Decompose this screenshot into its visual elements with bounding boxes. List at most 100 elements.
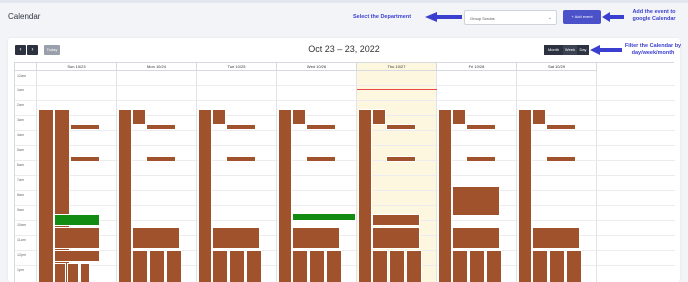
time-label: 12am	[17, 74, 26, 78]
calendar-event[interactable]	[532, 227, 580, 249]
calendar-event[interactable]	[466, 156, 496, 162]
calendar-event[interactable]	[212, 250, 228, 282]
calendar-event[interactable]	[486, 250, 502, 282]
calendar-event[interactable]	[70, 124, 100, 130]
calendar-event[interactable]	[532, 109, 546, 125]
calendar-event[interactable]	[146, 156, 176, 162]
time-label: 1pm	[17, 268, 24, 272]
arrow-left-icon	[590, 45, 622, 55]
calendar-event[interactable]	[372, 214, 420, 226]
calendar-event[interactable]	[54, 263, 66, 282]
department-select[interactable]: Group Scrubs ⌄	[464, 10, 557, 25]
calendar-event[interactable]	[118, 109, 132, 282]
time-label: 2am	[17, 103, 24, 107]
calendar-event[interactable]	[386, 124, 416, 130]
day-header: Mon 10/24	[117, 63, 197, 71]
calendar-event[interactable]	[226, 156, 256, 162]
day-header-today: Thu 10/27	[357, 63, 437, 71]
calendar-event[interactable]	[438, 109, 452, 282]
view-month-button[interactable]: Month	[544, 45, 563, 55]
hour-line	[15, 145, 675, 146]
calendar-event[interactable]	[229, 250, 245, 282]
view-day-button[interactable]: Day	[577, 45, 589, 55]
top-border	[0, 0, 688, 3]
calendar-event[interactable]	[406, 250, 422, 282]
calendar-event[interactable]	[292, 250, 308, 282]
week-grid: Sun 10/23 Mon 10/24 Tue 10/25 Wed 10/26 …	[14, 62, 675, 282]
time-label: 11am	[17, 238, 26, 242]
time-label: 5am	[17, 148, 24, 152]
calendar-event[interactable]	[452, 227, 500, 249]
calendar-event[interactable]	[532, 250, 548, 282]
calendar-event[interactable]	[518, 109, 532, 282]
day-header: Tue 10/25	[197, 63, 277, 71]
chevron-down-icon: ⌄	[547, 15, 552, 21]
calendar-event[interactable]	[146, 124, 176, 130]
hour-line	[15, 85, 675, 86]
annotation-filter: Filter the Calendar by day/week/month	[624, 43, 682, 56]
time-label: 6am	[17, 163, 24, 167]
arrow-left-icon	[425, 12, 462, 22]
time-label: 9am	[17, 208, 24, 212]
calendar-event[interactable]	[212, 109, 226, 125]
calendar-event[interactable]	[452, 109, 466, 125]
calendar-card: ‹ › Today Oct 23 – 23, 2022 Month Week D…	[8, 38, 680, 282]
hour-line	[15, 115, 675, 116]
calendar-event[interactable]	[546, 156, 576, 162]
calendar-event[interactable]	[149, 250, 165, 282]
day-header: Fri 10/28	[437, 63, 517, 71]
calendar-event[interactable]	[372, 227, 420, 249]
calendar-event[interactable]	[372, 109, 386, 125]
calendar-event[interactable]	[466, 124, 496, 130]
calendar-event[interactable]	[549, 250, 565, 282]
calendar-event[interactable]	[132, 227, 180, 249]
add-event-button[interactable]: + Add event	[563, 10, 601, 24]
calendar-event[interactable]	[246, 250, 262, 282]
calendar-event[interactable]	[386, 156, 416, 162]
hour-line	[15, 100, 675, 101]
time-label: 10am	[17, 223, 26, 227]
calendar-event[interactable]	[292, 227, 340, 249]
calendar-event[interactable]	[198, 109, 212, 282]
time-label: 4am	[17, 133, 24, 137]
calendar-event[interactable]	[326, 250, 342, 282]
calendar-event[interactable]	[292, 213, 356, 221]
calendar-event[interactable]	[469, 250, 485, 282]
calendar-event[interactable]	[358, 109, 372, 282]
annotation-add-event: Add the event to google Calendar	[632, 9, 676, 22]
calendar-event[interactable]	[38, 109, 54, 282]
calendar-event[interactable]	[226, 124, 256, 130]
hour-line	[15, 175, 675, 176]
calendar-event[interactable]	[54, 214, 100, 226]
time-label: 1am	[17, 88, 24, 92]
calendar-event[interactable]	[54, 250, 100, 262]
calendar-event[interactable]	[306, 156, 336, 162]
calendar-event[interactable]	[132, 250, 148, 282]
calendar-event[interactable]	[546, 124, 576, 130]
calendar-page: Calendar Select the Department Group Scr…	[0, 0, 688, 282]
calendar-event[interactable]	[566, 250, 582, 282]
calendar-event[interactable]	[212, 227, 260, 249]
time-label: 8am	[17, 193, 24, 197]
calendar-event[interactable]	[389, 250, 405, 282]
calendar-event[interactable]	[80, 263, 90, 282]
time-label: 7am	[17, 178, 24, 182]
calendar-event[interactable]	[278, 109, 292, 282]
calendar-event[interactable]	[70, 156, 100, 162]
day-header: Sat 10/29	[517, 63, 597, 71]
calendar-event[interactable]	[452, 186, 500, 216]
annotation-select-department: Select the Department	[352, 14, 412, 20]
hour-line	[15, 190, 675, 191]
calendar-event[interactable]	[292, 109, 306, 125]
calendar-event[interactable]	[372, 250, 388, 282]
calendar-event[interactable]	[132, 109, 146, 125]
calendar-event[interactable]	[452, 250, 468, 282]
calendar-event[interactable]	[166, 250, 182, 282]
hour-line	[15, 130, 675, 131]
calendar-event[interactable]	[309, 250, 325, 282]
view-week-button[interactable]: Week	[563, 45, 577, 55]
current-time-indicator	[357, 89, 437, 90]
calendar-event[interactable]	[306, 124, 336, 130]
calendar-event[interactable]	[54, 227, 100, 249]
calendar-event[interactable]	[67, 263, 79, 282]
